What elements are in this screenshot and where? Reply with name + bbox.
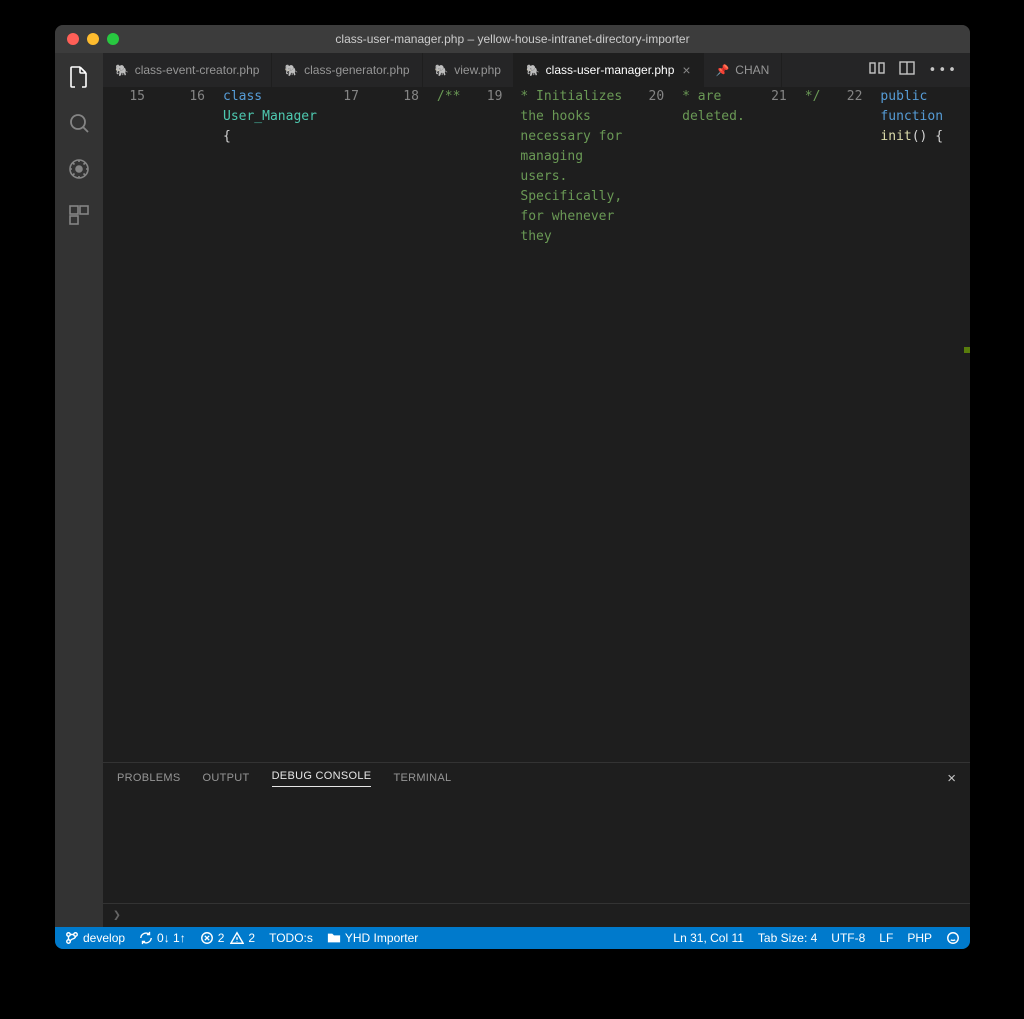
close-panel-icon[interactable]: × — [947, 770, 956, 787]
code-line[interactable]: 15 — [103, 87, 163, 107]
bottom-panel: PROBLEMS OUTPUT DEBUG CONSOLE TERMINAL ×… — [103, 762, 970, 927]
code-line[interactable]: 16class User_Manager { — [163, 87, 317, 107]
panel-tab-output[interactable]: OUTPUT — [203, 772, 250, 784]
status-bar: develop 0↓ 1↑ 2 2 TODO:s YHD Importer Ln… — [55, 927, 970, 949]
code-content[interactable]: */ — [805, 87, 821, 107]
php-file-icon: 🐘 — [526, 64, 540, 77]
extensions-icon[interactable] — [65, 201, 93, 229]
tab-view[interactable]: 🐘view.php — [423, 53, 514, 87]
status-folder[interactable]: YHD Importer — [327, 931, 418, 945]
line-number[interactable]: 15 — [103, 87, 163, 107]
php-file-icon: 🐘 — [284, 64, 298, 77]
code-line[interactable]: 22 public function init() { — [820, 87, 943, 107]
compare-icon[interactable] — [869, 60, 885, 80]
status-sync[interactable]: 0↓ 1↑ — [139, 931, 186, 945]
status-todos[interactable]: TODO:s — [269, 931, 313, 945]
line-number[interactable]: 23 — [943, 87, 970, 107]
tab-chan[interactable]: 📌CHAN — [704, 53, 783, 87]
panel-body[interactable] — [103, 793, 970, 903]
code-line[interactable]: 23 — [943, 87, 970, 107]
pin-icon: 📌 — [716, 64, 730, 77]
code-line[interactable]: 17 — [317, 87, 377, 107]
explorer-icon[interactable] — [65, 63, 93, 91]
tab-class-user-manager[interactable]: 🐘class-user-manager.php× — [514, 53, 704, 87]
php-file-icon: 🐘 — [115, 64, 129, 77]
code-content[interactable]: * are deleted. — [682, 87, 745, 107]
line-number[interactable]: 19 — [460, 87, 520, 107]
titlebar[interactable]: class-user-manager.php – yellow-house-in… — [55, 25, 970, 53]
code-line[interactable]: 21 */ — [745, 87, 821, 107]
more-icon[interactable]: ••• — [929, 63, 958, 78]
status-branch[interactable]: develop — [65, 931, 125, 945]
window-title: class-user-manager.php – yellow-house-in… — [55, 32, 970, 46]
status-language[interactable]: PHP — [907, 931, 932, 945]
debug-console-input[interactable]: ❯ — [103, 903, 970, 927]
code-content[interactable]: * Initializes the hooks necessary for ma… — [520, 87, 622, 107]
code-editor[interactable]: 1516class User_Manager {1718 /**19 * Ini… — [103, 87, 970, 762]
status-tab-size[interactable]: Tab Size: 4 — [758, 931, 817, 945]
code-line[interactable]: 19 * Initializes the hooks necessary for… — [460, 87, 622, 107]
status-feedback-icon[interactable] — [946, 931, 960, 945]
code-content[interactable]: public function init() { — [880, 87, 943, 107]
line-number[interactable]: 22 — [820, 87, 880, 107]
line-number[interactable]: 18 — [377, 87, 437, 107]
status-encoding[interactable]: UTF-8 — [831, 931, 865, 945]
tab-bar: 🐘class-event-creator.php 🐘class-generato… — [103, 53, 970, 87]
line-number[interactable]: 21 — [745, 87, 805, 107]
panel-tab-debug-console[interactable]: DEBUG CONSOLE — [272, 770, 372, 787]
activity-bar — [55, 53, 103, 927]
status-cursor-position[interactable]: Ln 31, Col 11 — [673, 931, 744, 945]
line-number[interactable]: 20 — [622, 87, 682, 107]
line-number[interactable]: 17 — [317, 87, 377, 107]
php-file-icon: 🐘 — [435, 64, 449, 77]
debug-icon[interactable] — [65, 155, 93, 183]
search-icon[interactable] — [65, 109, 93, 137]
panel-tab-problems[interactable]: PROBLEMS — [117, 772, 181, 784]
tab-class-generator[interactable]: 🐘class-generator.php — [272, 53, 422, 87]
code-line[interactable]: 20 * are deleted. — [622, 87, 745, 107]
tab-class-event-creator[interactable]: 🐘class-event-creator.php — [103, 53, 272, 87]
code-content[interactable]: /** — [437, 87, 460, 107]
status-eol[interactable]: LF — [879, 931, 893, 945]
code-content[interactable]: class User_Manager { — [223, 87, 317, 107]
line-number[interactable]: 16 — [163, 87, 223, 107]
minimap[interactable] — [962, 87, 970, 762]
window: class-user-manager.php – yellow-house-in… — [55, 25, 970, 949]
panel-tab-terminal[interactable]: TERMINAL — [393, 772, 451, 784]
code-line[interactable]: 18 /** — [377, 87, 460, 107]
status-warnings[interactable]: 2 — [230, 931, 255, 945]
status-errors[interactable]: 2 — [200, 931, 225, 945]
split-editor-icon[interactable] — [899, 60, 915, 80]
close-tab-icon[interactable]: × — [682, 62, 690, 78]
